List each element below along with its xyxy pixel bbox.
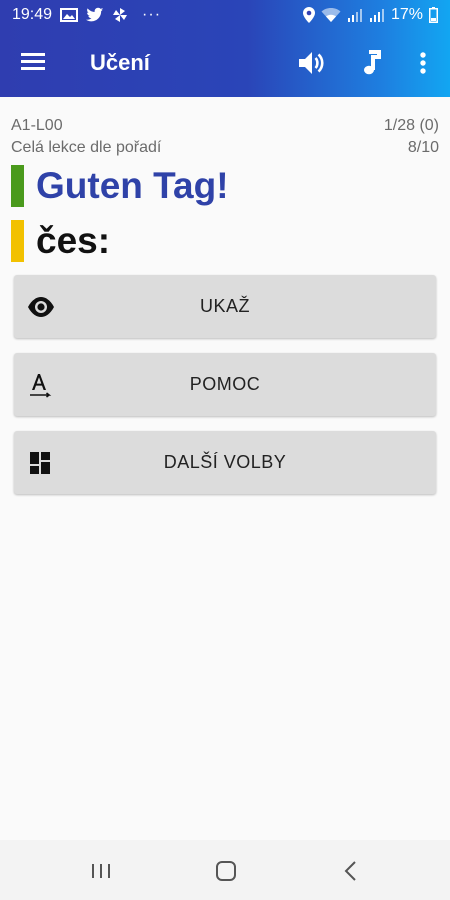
back-icon	[344, 861, 356, 881]
german-word-row: Guten Tag!	[11, 165, 229, 207]
status-time: 19:49	[12, 6, 53, 23]
photo-icon	[60, 7, 79, 23]
recent-apps-icon	[92, 864, 110, 878]
speaker-button[interactable]	[296, 48, 326, 78]
help-button-label: POMOC	[189, 374, 261, 394]
lesson-code: A1-L00	[11, 117, 63, 134]
lesson-mode: Celá lekce dle pořadí	[11, 139, 162, 156]
help-button[interactable]: POMOC	[14, 353, 436, 416]
status-more-dots: ···	[142, 6, 162, 23]
page-title: Učení	[90, 50, 150, 75]
czech-word-row: čes:	[11, 220, 110, 262]
volume-icon	[299, 52, 324, 74]
battery-icon	[429, 7, 438, 23]
wifi-icon	[321, 7, 341, 23]
app-header: 19:49 ··· 17% Učení	[0, 0, 450, 97]
menu-button[interactable]	[20, 50, 50, 78]
signal-icon-2	[369, 7, 385, 23]
toolbar: Učení	[0, 30, 450, 97]
show-button-label: UKAŽ	[199, 296, 250, 316]
more-options-label: DALŠÍ VOLBY	[163, 452, 287, 472]
czech-language-bar	[11, 220, 24, 262]
signal-icon	[347, 7, 363, 23]
more-vert-icon	[420, 52, 426, 74]
show-button[interactable]: UKAŽ	[14, 275, 436, 338]
twitter-icon	[86, 7, 104, 23]
music-note-icon	[364, 50, 381, 75]
music-button[interactable]	[356, 48, 386, 78]
location-icon	[302, 7, 315, 23]
lesson-info-row: A1-L00 1/28 (0)	[11, 117, 439, 135]
german-language-bar	[11, 165, 24, 207]
lesson-score: 8/10	[407, 139, 439, 156]
back-button[interactable]	[336, 858, 366, 884]
pinwheel-icon	[112, 7, 128, 23]
home-icon	[216, 861, 236, 881]
hamburger-icon	[21, 53, 45, 70]
status-bar: 19:49 ··· 17%	[0, 0, 450, 30]
lesson-mode-row: Celá lekce dle pořadí 8/10	[11, 139, 439, 157]
learning-content: A1-L00 1/28 (0) Celá lekce dle pořadí 8/…	[0, 97, 450, 840]
overflow-menu-button[interactable]	[408, 48, 438, 78]
home-button[interactable]	[211, 858, 241, 884]
german-word: Guten Tag!	[36, 165, 229, 206]
more-options-button[interactable]: DALŠÍ VOLBY	[14, 431, 436, 494]
battery-percent: 17%	[390, 6, 423, 23]
czech-label: čes:	[36, 220, 111, 261]
lesson-progress: 1/28 (0)	[383, 117, 439, 134]
system-navigation-bar	[0, 840, 450, 900]
recent-apps-button[interactable]	[86, 858, 116, 884]
